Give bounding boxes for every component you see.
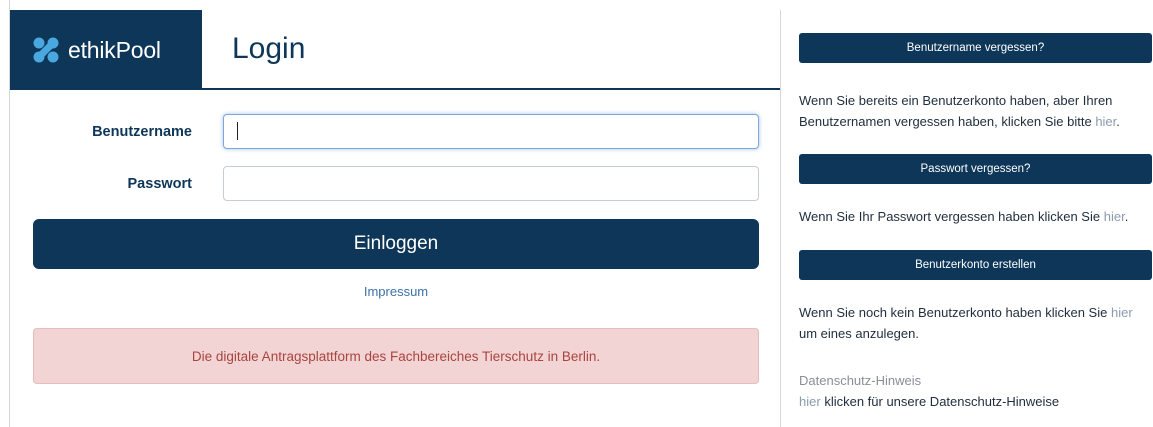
info-notice: Die digitale Antragsplattform des Fachbe… (33, 328, 759, 384)
create-account-text: Wenn Sie noch kein Benutzerkonto haben k… (799, 302, 1149, 344)
create-account-desc: Wenn Sie noch kein Benutzerkonto haben k… (799, 305, 1108, 320)
forgot-username-text: Wenn Sie bereits ein Benutzerkonto haben… (799, 90, 1149, 132)
forgot-username-link[interactable]: hier (1095, 114, 1116, 129)
header: ethikPool Login (10, 10, 780, 90)
create-account-suffix: um eines anzulegen. (799, 326, 919, 341)
privacy-desc: klicken für unsere Datenschutz-Hinweise (824, 394, 1060, 409)
password-input[interactable] (223, 166, 759, 201)
text-caret (237, 122, 238, 140)
brand-name: ethikPool (68, 36, 161, 63)
forgot-password-desc: Wenn Sie Ihr Passwort vergessen haben kl… (799, 209, 1101, 224)
privacy-link[interactable]: hier (799, 394, 821, 409)
forgot-password-text: Wenn Sie Ihr Passwort vergessen haben kl… (799, 206, 1149, 227)
ethikpool-logo-icon (33, 37, 59, 63)
create-account-link[interactable]: hier (1111, 305, 1133, 320)
forgot-password-link[interactable]: hier (1104, 209, 1125, 224)
privacy-heading: Datenschutz-Hinweis (799, 373, 922, 388)
password-label: Passwort (127, 176, 192, 192)
forgot-password-suffix: . (1124, 209, 1129, 224)
column-divider (780, 10, 781, 427)
username-label: Benutzername (92, 124, 192, 140)
impressum-link[interactable]: Impressum (33, 284, 759, 299)
forgot-username-desc: Wenn Sie bereits ein Benutzerkonto haben… (799, 93, 1113, 129)
username-input[interactable] (223, 114, 759, 149)
forgot-username-suffix: . (1116, 114, 1120, 129)
privacy-text: hier klicken für unsere Datenschutz-Hinw… (799, 391, 1149, 412)
forgot-username-button[interactable]: Benutzername vergessen? (799, 33, 1152, 63)
info-notice-text: Die digitale Antragsplattform des Fachbe… (191, 348, 601, 364)
brand-logo[interactable]: ethikPool (10, 10, 202, 90)
create-account-button[interactable]: Benutzerkonto erstellen (799, 250, 1152, 280)
forgot-password-button[interactable]: Passwort vergessen? (799, 154, 1152, 184)
login-button[interactable]: Einloggen (33, 219, 759, 269)
page-title: Login (232, 32, 306, 65)
